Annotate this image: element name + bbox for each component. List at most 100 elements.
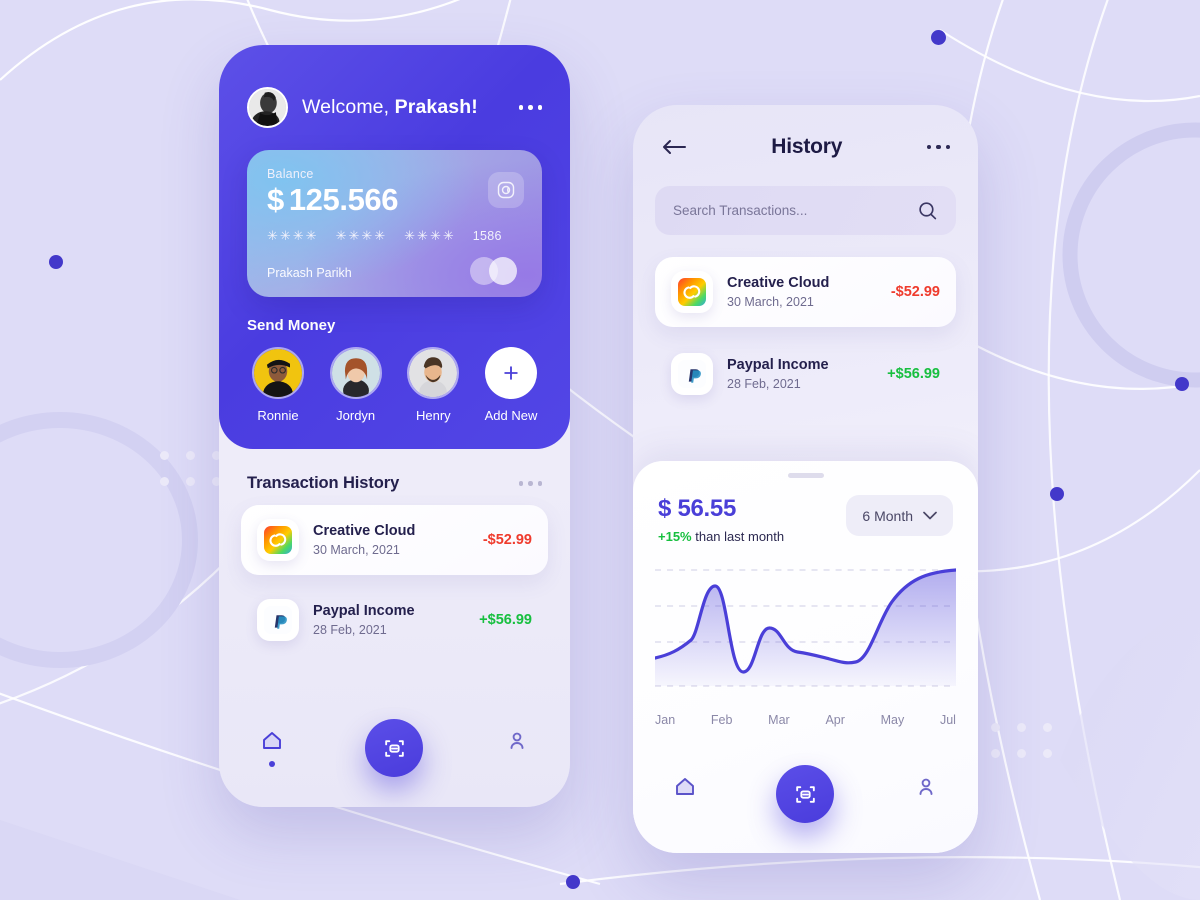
transaction-info: Creative Cloud 30 March, 2021: [313, 523, 469, 557]
transaction-name: Creative Cloud: [727, 275, 830, 291]
chart-area-fill: [655, 570, 956, 686]
balance-currency: $: [267, 182, 284, 217]
home-icon: [262, 732, 281, 749]
nav-home-button[interactable]: [673, 775, 697, 799]
stat-value: 56.55: [677, 495, 736, 522]
adobe-creative-cloud-icon: [671, 271, 713, 313]
chart-x-tick: Feb: [710, 713, 733, 727]
balance-value: 125.566: [288, 182, 399, 217]
transaction-date: 30 March, 2021: [313, 543, 400, 557]
balance-amount: $125.566: [267, 182, 522, 218]
phone-history-screen: History Search Transactions... Creative …: [633, 105, 978, 853]
background-curves: [0, 0, 1200, 900]
statistics-summary: $ 56.55 +15% than last month 6 Month: [633, 478, 978, 544]
dot-grid-left: [160, 451, 221, 486]
stat-change-percent: +15%: [658, 529, 692, 544]
contact-name: Add New: [484, 408, 538, 423]
transaction-row[interactable]: Creative Cloud 30 March, 2021 -$52.99: [241, 505, 548, 575]
contact-name: Henry: [415, 408, 451, 423]
transaction-name: Paypal Income: [313, 603, 415, 619]
period-label: 6 Month: [862, 507, 913, 524]
transaction-info: Paypal Income 28 Feb, 2021: [727, 357, 873, 391]
home-more-options-button[interactable]: [518, 105, 542, 110]
nav-active-indicator: [268, 761, 275, 767]
accent-dot: [1175, 377, 1189, 391]
balance-card[interactable]: Balance $125.566 ✳✳✳✳ ✳✳✳✳ ✳✳✳✳ 1586 Pra…: [247, 150, 542, 297]
background-decoration: [0, 0, 1200, 900]
contact-name: Ronnie: [257, 408, 299, 423]
profile-icon: [510, 732, 524, 749]
transaction-history-header: Transaction History: [219, 449, 570, 493]
contact-name: Jordyn: [336, 408, 376, 423]
balance-label: Balance: [267, 167, 314, 181]
stat-block: $ 56.55 +15% than last month: [658, 495, 784, 544]
search-icon[interactable]: [917, 200, 938, 221]
chart-svg: [655, 568, 956, 687]
greeting-name: Prakash!: [394, 96, 478, 118]
transaction-info: Creative Cloud 30 March, 2021: [727, 275, 877, 309]
transaction-row[interactable]: Paypal Income 28 Feb, 2021 +$56.99: [655, 339, 956, 409]
chart-x-axis-labels: Jan Feb Mar Apr May Jul: [655, 713, 956, 727]
contact-ronnie[interactable]: Ronnie: [247, 347, 309, 423]
transaction-name: Creative Cloud: [313, 523, 416, 539]
history-header: History: [633, 105, 978, 159]
contact-jordyn[interactable]: Jordyn: [325, 347, 387, 423]
profile-icon: [919, 778, 933, 795]
bottom-navigation: [633, 757, 978, 853]
transaction-amount: +$56.99: [479, 612, 532, 628]
transaction-info: Paypal Income 28 Feb, 2021: [313, 603, 465, 637]
add-new-contact-button[interactable]: Add New: [480, 347, 542, 423]
home-icon: [675, 778, 694, 795]
transaction-history-title: Transaction History: [247, 474, 400, 492]
back-button[interactable]: [661, 137, 687, 157]
search-transactions-field[interactable]: Search Transactions...: [655, 186, 956, 235]
nav-scan-button[interactable]: [776, 765, 835, 823]
transaction-more-options-button[interactable]: [518, 481, 542, 486]
transaction-date: 28 Feb, 2021: [313, 623, 387, 637]
arrow-left-icon: [663, 140, 686, 154]
dot-grid-right: [991, 723, 1052, 758]
chart-x-tick: Apr: [825, 713, 845, 727]
accent-dot: [566, 875, 580, 889]
contact-henry[interactable]: Henry: [402, 347, 464, 423]
transaction-row[interactable]: Creative Cloud 30 March, 2021 -$52.99: [655, 257, 956, 327]
nav-profile-button[interactable]: [914, 775, 938, 799]
adobe-creative-cloud-icon: [257, 519, 299, 561]
greeting-text: Welcome, Prakash!: [302, 96, 478, 119]
statistics-panel: $ 56.55 +15% than last month 6 Month Jan…: [633, 461, 978, 853]
home-header: Welcome, Prakash!: [247, 87, 542, 128]
chart-x-tick: Jul: [939, 713, 956, 727]
nav-home-button[interactable]: [260, 729, 284, 767]
search-placeholder: Search Transactions...: [673, 203, 808, 218]
stat-amount: $ 56.55: [658, 495, 784, 523]
scan-icon: [796, 785, 815, 803]
stat-change-suffix: than last month: [691, 529, 785, 544]
phone-home-screen: Welcome, Prakash! Balance $125.566 ✳✳✳✳ …: [219, 45, 570, 807]
history-more-options-button[interactable]: [926, 144, 950, 150]
transaction-list: Creative Cloud 30 March, 2021 -$52.99 Pa…: [219, 505, 570, 655]
stat-change-text: +15% than last month: [658, 529, 784, 544]
chart-x-tick: May: [880, 713, 905, 727]
nav-profile-button[interactable]: [505, 729, 529, 753]
transaction-row[interactable]: Paypal Income 28 Feb, 2021 +$56.99: [241, 585, 548, 655]
page-title: History: [771, 135, 843, 158]
user-avatar[interactable]: [247, 87, 288, 128]
card-mask-group-1: ✳✳✳✳: [267, 227, 319, 243]
paypal-icon: [671, 353, 713, 395]
contactless-chip-icon: [488, 172, 524, 208]
nav-scan-button[interactable]: [365, 719, 424, 777]
card-number: ✳✳✳✳ ✳✳✳✳ ✳✳✳✳ 1586: [267, 228, 522, 244]
contact-avatar-jordyn: [329, 347, 382, 399]
paypal-icon: [257, 599, 299, 641]
send-money-title: Send Money: [247, 317, 336, 334]
bottom-navigation: [219, 711, 570, 807]
card-last-four: 1586: [472, 228, 502, 243]
plus-icon: [484, 347, 537, 399]
period-selector[interactable]: 6 Month: [846, 495, 953, 536]
accent-dot: [931, 30, 946, 45]
chart-x-tick: Jan: [655, 713, 676, 727]
transaction-amount: +$56.99: [887, 366, 940, 382]
transaction-amount: -$52.99: [890, 284, 940, 300]
accent-dot: [1050, 487, 1064, 501]
chart-x-tick: Mar: [768, 713, 790, 727]
